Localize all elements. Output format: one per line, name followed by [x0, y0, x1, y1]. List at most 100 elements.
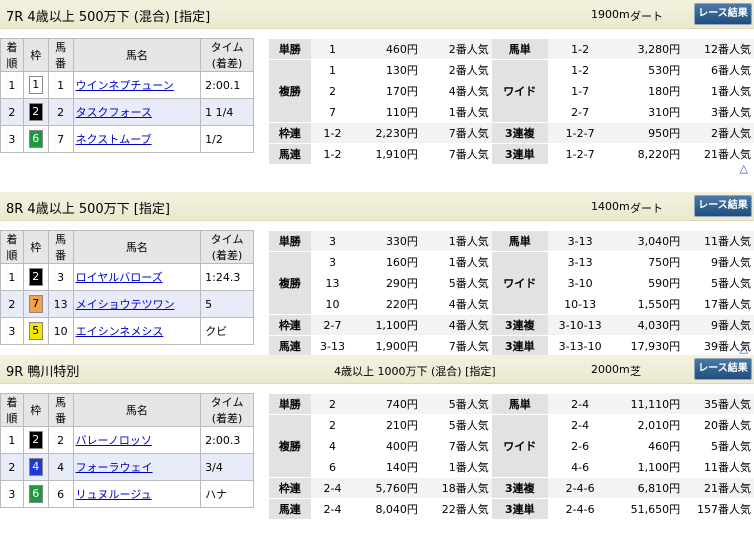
bet-popularity: 7番人気 [420, 122, 492, 144]
bet-combination: 1-2 [547, 59, 613, 81]
col-time: タイム (着差) [200, 38, 254, 72]
payout-row: 複勝 1 130円 2番人気 ワイド 1-2 530円 6番人気 [269, 59, 754, 123]
bet-payout: 400円 [354, 435, 421, 457]
scroll-top-icon[interactable]: △ [740, 162, 748, 175]
horse-number: 7 [47, 125, 74, 153]
col-horse-no: 馬番 [47, 38, 74, 72]
bet-payout: 210円 [354, 414, 421, 436]
bet-combination: 1-2-7 [547, 143, 613, 165]
waku-badge: 2 [28, 103, 43, 121]
bet-payout: 740円 [354, 393, 421, 415]
bet-combination: 2 [310, 80, 355, 102]
bet-combination: 3 [310, 251, 355, 273]
bet-payout: 2,010円 [612, 414, 684, 436]
finish-rank: 1 [0, 71, 24, 99]
finish-results-table: 着順 枠 馬番 馬名 タイム (着差) 1 1 1 ウインネプチューン 2:00.… [0, 38, 254, 153]
bet-combination: 6 [310, 456, 355, 478]
bet-type-label: 3連複 [491, 477, 548, 499]
bet-payout: 3,280円 [612, 38, 684, 60]
bet-type-label: 馬連 [269, 498, 311, 520]
waku-badge: 1 [28, 76, 43, 94]
horse-name-link[interactable]: メイショウテツワン [76, 298, 175, 311]
race-distance: 1400m [591, 200, 630, 213]
bet-popularity: 21番人気 [683, 477, 754, 499]
horse-name-link[interactable]: リュヌルージュ [76, 488, 152, 501]
bet-payout: 530円 [612, 59, 684, 81]
bet-combination: 1-2 [310, 122, 355, 144]
horse-name-link[interactable]: ロイヤルバローズ [76, 271, 163, 284]
bet-combination: 2-4 [547, 393, 613, 415]
col-horse-name: 馬名 [72, 230, 202, 264]
bet-popularity: 4番人気 [420, 314, 492, 336]
bet-payout: 310円 [612, 101, 684, 123]
col-horse-no: 馬番 [47, 230, 74, 264]
horse-name-link[interactable]: ネクストムーブ [76, 133, 152, 146]
race-distance: 1900m [591, 8, 630, 21]
horse-name-link[interactable]: ウインネプチューン [76, 79, 174, 92]
horse-name-link[interactable]: エイシンネメシス [76, 325, 164, 338]
bet-payout: 17,930円 [612, 335, 684, 357]
bet-type-label: 枠連 [269, 314, 311, 336]
bet-payout: 170円 [354, 80, 421, 102]
bet-combination: 2-7 [547, 101, 613, 123]
bet-payout: 750円 [612, 251, 684, 273]
bet-popularity: 5番人気 [683, 435, 754, 457]
payout-row: 枠連 2-4 5,760円 18番人気 3連複 2-4-6 6,810円 21番人気 [269, 477, 754, 499]
finish-time: 2:00.1 [200, 71, 254, 99]
race-header: 8R 4歳以上 500万下 [指定] 1400m ダート レース結果 [0, 192, 754, 221]
bet-payout: 590円 [612, 272, 684, 294]
col-horse-no: 馬番 [47, 393, 74, 427]
race-results-button[interactable]: レース結果 [694, 3, 752, 25]
bet-payout: 180円 [612, 80, 684, 102]
bet-combination: 2-4-6 [547, 477, 613, 499]
bet-popularity: 35番人気 [683, 393, 754, 415]
bet-combination: 2-4 [310, 498, 355, 520]
bet-payout: 460円 [354, 38, 421, 60]
race-section: 7R 4歳以上 500万下 (混合) [指定] 1900m ダート レース結果 着順 … [0, 0, 754, 180]
bet-combination: 4-6 [547, 456, 613, 478]
finish-time: クビ [200, 317, 254, 345]
bet-combination: 2-4 [547, 414, 613, 436]
bet-type-label: 馬連 [269, 335, 311, 357]
bet-combination: 3-13 [547, 251, 613, 273]
table-row: 2 7 13 メイショウテツワン 5 [0, 290, 254, 318]
bet-payout: 8,220円 [612, 143, 684, 165]
horse-name-link[interactable]: バレーノロッソ [76, 434, 152, 447]
table-row: 3 6 7 ネクストムーブ 1/2 [0, 125, 254, 153]
bet-popularity: 20番人気 [683, 414, 754, 436]
horse-name-link[interactable]: タスクフォース [76, 106, 152, 119]
race-results-button[interactable]: レース結果 [694, 195, 752, 217]
col-rank: 着順 [0, 38, 24, 72]
race-surface: ダート [630, 202, 663, 215]
finish-time: 1 1/4 [200, 98, 254, 126]
bet-popularity: 11番人気 [683, 456, 754, 478]
bet-combination: 1-2 [310, 143, 355, 165]
bet-type-label: ワイド [491, 414, 548, 478]
payout-row: 単勝 3 330円 1番人気 馬単 3-13 3,040円 11番人気 [269, 230, 754, 252]
bet-popularity: 7番人気 [420, 143, 492, 165]
bet-popularity: 6番人気 [683, 59, 754, 81]
scroll-top-icon[interactable]: △ [740, 342, 748, 355]
bet-type-label: 3連複 [491, 122, 548, 144]
bet-combination: 10-13 [547, 293, 613, 315]
bet-type-label: 単勝 [269, 230, 311, 252]
bet-type-label: 枠連 [269, 122, 311, 144]
finish-time: 5 [200, 290, 254, 318]
bet-combination: 3 [310, 230, 355, 252]
race-title: 9R 鴨川特別 [6, 365, 80, 380]
col-waku: 枠 [22, 38, 49, 72]
bet-type-label: 複勝 [269, 59, 311, 123]
horse-name-link[interactable]: フォーラウェイ [76, 461, 153, 474]
payout-row: 馬連 2-4 8,040円 22番人気 3連単 2-4-6 51,650円 157番人気 [269, 498, 754, 520]
bet-type-label: 複勝 [269, 414, 311, 478]
waku-badge: 6 [28, 130, 43, 148]
race-header: 7R 4歳以上 500万下 (混合) [指定] 1900m ダート レース結果 [0, 0, 754, 29]
bet-combination: 2 [310, 393, 355, 415]
bet-payout: 290円 [354, 272, 421, 294]
race-results-button[interactable]: レース結果 [694, 358, 752, 380]
bet-combination: 13 [310, 272, 355, 294]
finish-rank: 1 [0, 263, 24, 291]
table-row: 2 4 4 フォーラウェイ 3/4 [0, 453, 254, 481]
bet-type-label: 単勝 [269, 38, 311, 60]
payout-row: 枠連 2-7 1,100円 4番人気 3連複 3-10-13 4,030円 9番人気 [269, 314, 754, 336]
